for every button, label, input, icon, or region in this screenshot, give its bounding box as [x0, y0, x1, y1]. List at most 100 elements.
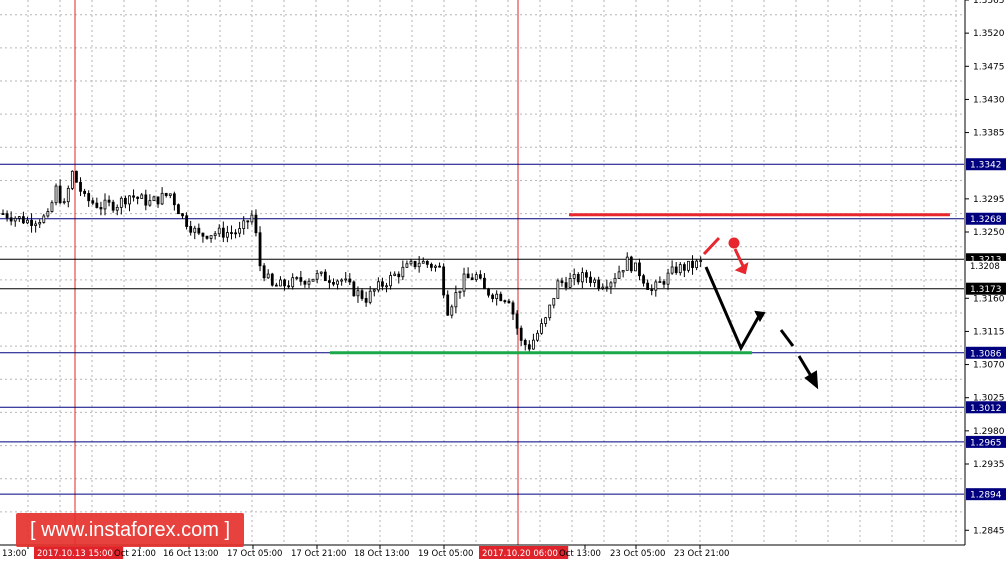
candle-body — [299, 277, 303, 282]
candle-body — [438, 265, 441, 268]
candle-body — [527, 344, 531, 350]
candle-body — [372, 289, 376, 292]
price-tick-label: 1.3115 — [973, 327, 1005, 337]
candle-body — [381, 281, 384, 287]
candle-body — [128, 195, 131, 205]
candle-body — [454, 292, 458, 308]
candle-body — [62, 201, 66, 204]
forecast-arrows — [702, 236, 819, 390]
candle-body — [13, 217, 17, 222]
candle-body — [617, 271, 621, 279]
price-tick-label: 1.3250 — [973, 228, 1005, 238]
candle-body — [221, 227, 225, 238]
candle-body — [519, 327, 523, 341]
candle-body — [674, 266, 678, 274]
candle-body — [682, 264, 686, 271]
candle-body — [593, 279, 596, 283]
candle-body — [564, 282, 568, 288]
time-tick-label: Oct 21:00 — [114, 549, 156, 559]
candle-body — [156, 196, 160, 205]
candle-body — [197, 227, 201, 234]
candle-body — [503, 300, 507, 303]
candle-body — [50, 202, 54, 212]
current-price-label: 1.3208 — [970, 262, 1000, 272]
candle-body — [164, 192, 168, 196]
level-price-label: 1.3012 — [970, 404, 1002, 414]
price-tick-label: 1.3475 — [973, 62, 1005, 72]
red-forecast-mark — [702, 236, 721, 256]
candle-body — [609, 282, 613, 288]
candle-body — [699, 260, 703, 262]
watermark-logo: [ www.instaforex.com ] — [16, 513, 244, 547]
candle-body — [654, 281, 658, 291]
candle-body — [270, 273, 274, 286]
candle-body — [75, 170, 78, 183]
candle-body — [495, 293, 499, 299]
candle-body — [217, 227, 221, 235]
candle-body — [646, 282, 650, 290]
price-tick-label: 1.2980 — [973, 427, 1005, 437]
candle-body — [483, 277, 486, 290]
candle-body — [344, 278, 348, 281]
price-chart[interactable]: 1.3565 1.3520 1.3475 1.3430 1.3385 1.3295 1.32… — [0, 0, 1008, 563]
candle-body — [662, 281, 666, 285]
time-marker-label: 2017.10.13 15:00 — [37, 549, 113, 559]
candle-body — [548, 304, 552, 319]
candle-body — [425, 260, 429, 265]
candle-body — [234, 232, 237, 235]
candle-body — [446, 294, 450, 316]
candle-body — [136, 196, 140, 199]
candle-body — [295, 277, 299, 279]
candle-body — [601, 286, 605, 289]
candle-body — [238, 228, 242, 234]
candle-body — [262, 265, 266, 279]
candle-body — [111, 201, 115, 211]
candle-body — [589, 276, 592, 283]
candle-body — [291, 277, 295, 288]
price-tick-label: 1.2845 — [973, 526, 1005, 536]
candle-body — [393, 273, 397, 276]
candle-body — [152, 196, 156, 202]
candle-body — [54, 185, 58, 204]
candle-body — [336, 280, 339, 285]
time-marker-label: 2017.10.20 06:00 — [482, 549, 558, 559]
level-price-label: 1.3268 — [970, 215, 1002, 225]
candle-body — [258, 232, 262, 267]
candle-body — [409, 260, 413, 265]
trend-lines — [330, 213, 950, 355]
candle-body — [421, 260, 425, 264]
candle-body — [193, 227, 197, 233]
candle-body — [360, 290, 364, 299]
candle-body — [552, 297, 556, 306]
candle-body — [5, 213, 9, 219]
time-tick-label: 23 Oct 21:00 — [674, 549, 729, 559]
candle-body — [544, 317, 548, 324]
candle-body — [560, 280, 564, 284]
candle-body — [230, 232, 233, 234]
candle-body — [250, 214, 254, 223]
candle-body — [695, 260, 698, 268]
candle-body — [450, 306, 454, 316]
time-tick-label: Oct 13:00 — [559, 549, 601, 559]
candle-body — [540, 323, 543, 334]
candle-body — [413, 260, 417, 268]
candle-body — [352, 281, 356, 297]
candle-body — [99, 207, 103, 210]
candle-body — [327, 280, 331, 283]
candle-body — [625, 256, 629, 271]
candle-body — [209, 235, 213, 239]
level-price-label: 1.3173 — [970, 285, 1002, 295]
candle-body — [307, 280, 311, 285]
candle-body — [107, 199, 111, 203]
level-price-label: 1.3086 — [970, 349, 1002, 359]
candle-body — [532, 339, 535, 350]
candle-body — [458, 290, 462, 293]
candle-body — [168, 193, 172, 196]
candle-body — [283, 279, 286, 287]
price-tick-label: 1.3385 — [973, 129, 1005, 139]
candle-body — [568, 278, 572, 288]
candle-body — [466, 273, 470, 279]
red-forecast-dot — [728, 237, 740, 249]
candle-body — [385, 285, 388, 288]
time-tick-label: 23 Oct 05:00 — [610, 549, 665, 559]
